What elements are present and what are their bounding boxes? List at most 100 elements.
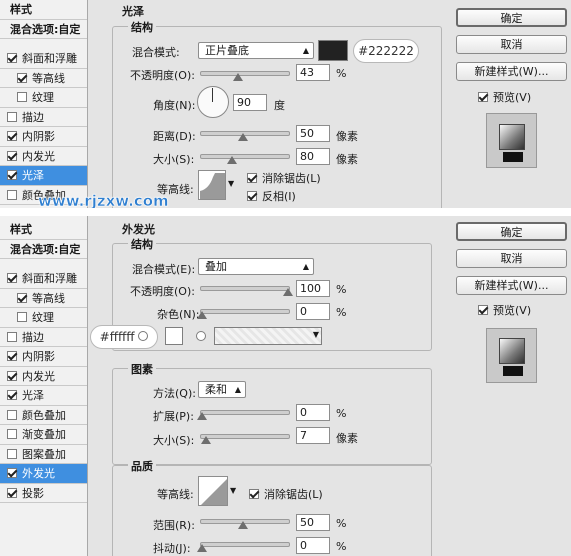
- opacity-slider[interactable]: [200, 286, 290, 291]
- sidebar-item[interactable]: 描边: [0, 328, 87, 347]
- preview-checkbox[interactable]: [478, 92, 488, 102]
- spread-slider[interactable]: [200, 410, 290, 415]
- jitter-slider-thumb[interactable]: [197, 544, 207, 552]
- sidebar-item-checkbox[interactable]: [7, 131, 17, 141]
- invert-option[interactable]: 反相(I): [247, 188, 296, 204]
- blend-mode-select[interactable]: 正片叠底 ▲: [198, 42, 314, 59]
- sidebar-item-checkbox[interactable]: [7, 189, 17, 200]
- cancel-button[interactable]: 取消: [456, 35, 567, 54]
- sidebar-item[interactable]: 内发光: [0, 147, 87, 166]
- jitter-slider[interactable]: [200, 542, 290, 547]
- sidebar-item[interactable]: 内发光: [0, 367, 87, 386]
- gradient-radio[interactable]: [196, 331, 206, 341]
- sidebar-item-checkbox[interactable]: [7, 390, 17, 400]
- spread-label: 扩展(P):: [153, 410, 194, 423]
- sidebar-item-checkbox[interactable]: [7, 429, 17, 439]
- sidebar-item[interactable]: 光泽: [0, 166, 87, 186]
- angle-dial[interactable]: [197, 86, 229, 118]
- contour-preview[interactable]: [198, 170, 226, 200]
- blending-options-item[interactable]: 混合选项:自定: [0, 20, 87, 39]
- distance-slider-thumb[interactable]: [238, 133, 248, 141]
- size-slider[interactable]: [200, 434, 290, 439]
- glow-color-swatch[interactable]: [165, 327, 183, 345]
- anti-alias-checkbox[interactable]: [247, 173, 257, 183]
- size-input[interactable]: 7: [296, 427, 330, 444]
- size-slider[interactable]: [200, 154, 290, 159]
- preview-option[interactable]: 预览(V): [478, 302, 531, 318]
- anti-alias-checkbox[interactable]: [249, 489, 259, 499]
- new-style-button[interactable]: 新建样式(W)...: [456, 276, 567, 295]
- sidebar-item-checkbox[interactable]: [7, 273, 17, 283]
- sidebar-item-checkbox[interactable]: [7, 331, 17, 342]
- section-title: 外发光: [122, 223, 155, 236]
- sidebar-item-checkbox[interactable]: [7, 468, 17, 478]
- sidebar-item[interactable]: 内阴影: [0, 347, 87, 367]
- sidebar-item-checkbox[interactable]: [7, 370, 17, 381]
- opacity-slider-thumb[interactable]: [233, 73, 243, 81]
- contour-preview[interactable]: [198, 476, 228, 506]
- sidebar-item[interactable]: 纹理: [0, 308, 87, 328]
- ok-button[interactable]: 确定: [456, 222, 567, 241]
- blend-mode-select[interactable]: 叠加 ▲: [198, 258, 314, 275]
- sidebar-item[interactable]: 外发光: [0, 464, 87, 484]
- chevron-down-icon[interactable]: ▼: [313, 330, 319, 339]
- sidebar-item[interactable]: 图案叠加: [0, 445, 87, 464]
- spread-slider-thumb[interactable]: [197, 412, 207, 420]
- sidebar-item[interactable]: 斜面和浮雕: [0, 49, 87, 69]
- blending-options-item[interactable]: 混合选项:自定: [0, 240, 87, 259]
- sidebar-item-checkbox[interactable]: [7, 409, 17, 420]
- sidebar-item-checkbox[interactable]: [17, 312, 27, 322]
- contour-dropdown-icon[interactable]: ▼: [228, 179, 234, 188]
- sidebar-item-checkbox[interactable]: [7, 448, 17, 459]
- noise-slider[interactable]: [200, 309, 290, 314]
- size-input[interactable]: 80: [296, 148, 330, 165]
- sidebar-item-checkbox[interactable]: [7, 53, 17, 63]
- glow-gradient-picker[interactable]: ▼: [214, 327, 322, 345]
- sidebar-item-checkbox[interactable]: [17, 72, 27, 83]
- preview-option[interactable]: 预览(V): [478, 89, 531, 105]
- sidebar-item[interactable]: 等高线: [0, 69, 87, 88]
- sidebar-item-checkbox[interactable]: [7, 170, 17, 180]
- size-slider-thumb[interactable]: [201, 436, 211, 444]
- sidebar-item[interactable]: 渐变叠加: [0, 425, 87, 445]
- range-input[interactable]: 50: [296, 514, 330, 531]
- opacity-input[interactable]: 43: [296, 64, 330, 81]
- noise-slider-thumb[interactable]: [197, 311, 207, 319]
- size-slider-thumb[interactable]: [227, 156, 237, 164]
- sidebar-item-checkbox[interactable]: [7, 487, 17, 498]
- sidebar-item-checkbox[interactable]: [7, 150, 17, 161]
- cancel-button[interactable]: 取消: [456, 249, 567, 268]
- sidebar-item[interactable]: 光泽: [0, 386, 87, 406]
- sidebar-item[interactable]: 内阴影: [0, 127, 87, 147]
- sidebar-item[interactable]: 颜色叠加: [0, 406, 87, 425]
- spread-input[interactable]: 0: [296, 404, 330, 421]
- range-slider-thumb[interactable]: [238, 521, 248, 529]
- sidebar-item[interactable]: 投影: [0, 484, 87, 503]
- ok-button[interactable]: 确定: [456, 8, 567, 27]
- angle-input[interactable]: 90: [233, 94, 267, 111]
- sidebar-item-checkbox[interactable]: [17, 92, 27, 102]
- sidebar-item-checkbox[interactable]: [7, 351, 17, 361]
- sidebar-item[interactable]: 描边: [0, 108, 87, 127]
- method-select[interactable]: 柔和 ▲: [198, 381, 246, 398]
- color-hex-callout: #ffffff: [90, 325, 158, 349]
- contour-dropdown-icon[interactable]: ▼: [230, 486, 236, 495]
- opacity-slider[interactable]: [200, 71, 290, 76]
- noise-input[interactable]: 0: [296, 303, 330, 320]
- jitter-input[interactable]: 0: [296, 537, 330, 554]
- opacity-input[interactable]: 100: [296, 280, 330, 297]
- preview-checkbox[interactable]: [478, 305, 488, 315]
- sidebar-item-checkbox[interactable]: [17, 292, 27, 303]
- sidebar-item[interactable]: 等高线: [0, 289, 87, 308]
- opacity-slider-thumb[interactable]: [283, 288, 293, 296]
- sidebar-item-checkbox[interactable]: [7, 111, 17, 122]
- new-style-button[interactable]: 新建样式(W)...: [456, 62, 567, 81]
- sidebar-item[interactable]: 纹理: [0, 88, 87, 108]
- section-title: 光泽: [122, 5, 144, 18]
- anti-alias-option[interactable]: 消除锯齿(L): [247, 170, 321, 186]
- color-swatch[interactable]: [318, 40, 348, 61]
- anti-alias-option[interactable]: 消除锯齿(L): [249, 486, 323, 502]
- distance-input[interactable]: 50: [296, 125, 330, 142]
- invert-checkbox[interactable]: [247, 191, 257, 201]
- sidebar-item[interactable]: 斜面和浮雕: [0, 269, 87, 289]
